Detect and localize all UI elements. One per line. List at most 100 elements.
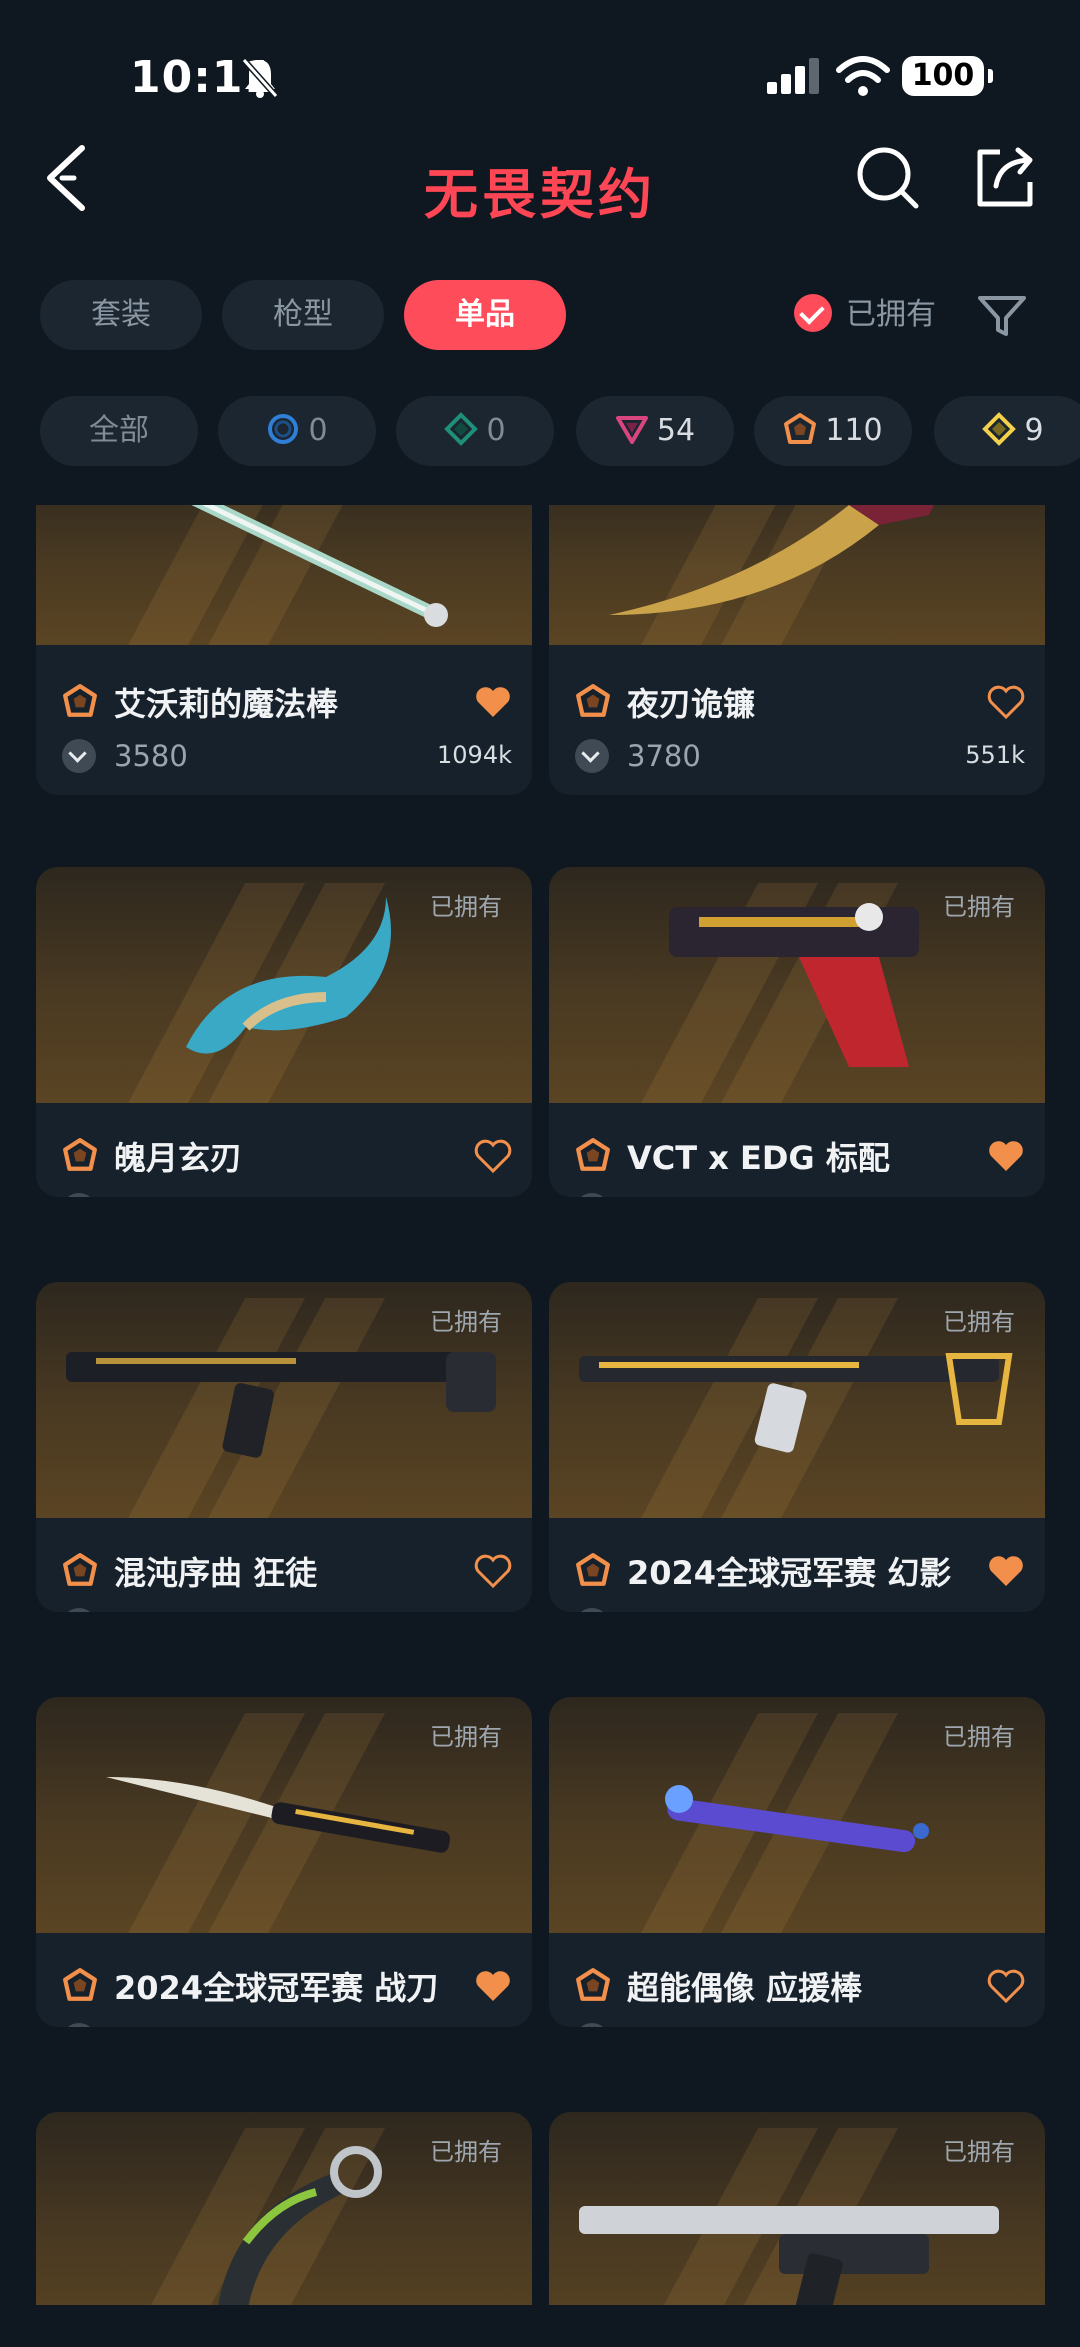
valorant-points-icon [575,739,609,773]
valorant-points-icon [62,2023,96,2027]
item-likes: 551k [965,741,1025,769]
heart-outline-icon[interactable] [474,1139,512,1173]
owned-tag: 已拥有 [943,2138,1015,2166]
item-price: 2580 [114,1193,188,1197]
valorant-points-icon [62,1608,96,1612]
rarity-filter-chips: 全部 0 0 54 110 9 [0,396,1080,466]
scythe-knife-image [609,505,934,615]
vandal-rifle-image [66,1352,496,1458]
search-icon[interactable] [852,142,922,212]
item-image [36,505,532,645]
phantom-rifle-image [579,1353,1013,1453]
item-card[interactable]: 已拥有 魄月玄刃 2580 75k [36,867,532,1197]
category-tabs: 套装 枪型 单品 已拥有 [0,280,1080,350]
item-likes: 661k [965,1610,1025,1612]
exclusive-tier-icon [784,412,817,444]
owned-tag: 已拥有 [943,893,1015,921]
exclusive-tier-icon [576,684,610,717]
pistol-image [669,903,919,1067]
chip-select-tier[interactable]: 0 [218,396,376,466]
valorant-points-icon [62,1193,96,1197]
item-card[interactable]: 已拥有 混沌序曲 狂徒 1590 2101k [36,1282,532,1612]
chip-premium-tier[interactable]: 54 [576,396,734,466]
ultra-tier-icon [982,411,1017,446]
item-name: 2024全球冠军赛 幻影 [627,1554,952,1592]
item-grid: 艾沃莉的魔法棒 3580 1094k 夜刃诡镰 3780 551k 已拥有 魄月… [0,505,1080,2305]
item-name: 混沌序曲 狂徒 [114,1554,318,1592]
champions-knife-image [106,1777,450,1853]
owned-tag: 已拥有 [430,2138,502,2166]
exclusive-tier-icon [576,1968,610,2001]
tab-weapon-type[interactable]: 枪型 [222,280,384,350]
heart-outline-icon[interactable] [987,685,1025,719]
item-name: 艾沃莉的魔法棒 [114,685,339,723]
item-image: 已拥有 [549,1697,1045,1933]
item-image: 已拥有 [549,2112,1045,2305]
item-card[interactable]: 已拥有 [549,2112,1045,2305]
item-card[interactable]: 艾沃莉的魔法棒 3580 1094k [36,505,532,795]
valorant-points-icon [575,1608,609,1612]
item-price: – [627,2023,642,2027]
deluxe-tier-icon [444,411,479,446]
item-price: 3780 [114,2023,188,2027]
exclusive-tier-icon [63,1138,97,1171]
heart-outline-icon[interactable] [474,1554,512,1588]
item-name: 2024全球冠军赛 战刀 [114,1969,439,2007]
chip-exclusive-tier[interactable]: 110 [754,396,912,466]
item-card[interactable]: 已拥有 [36,2112,532,2305]
item-card[interactable]: 夜刃诡镰 3780 551k [549,505,1045,795]
item-image: 已拥有 [549,867,1045,1103]
chip-deluxe-tier[interactable]: 0 [396,396,554,466]
item-card[interactable]: 已拥有 超能偶像 应援棒 – 24k [549,1697,1045,2027]
wifi-icon [836,56,890,96]
item-card[interactable]: 已拥有 VCT x EDG 标配 1590 239k [549,867,1045,1197]
exclusive-tier-icon [63,1553,97,1586]
share-icon[interactable] [970,142,1040,212]
rifle-image [579,2206,999,2305]
tab-bundle[interactable]: 套装 [40,280,202,350]
valorant-points-icon [575,1193,609,1197]
karambit-image [218,2146,382,2305]
header: 无畏契约 [0,130,1080,250]
item-price: 1890 [627,1608,701,1612]
item-likes: 1094k [437,741,512,769]
item-card[interactable]: 已拥有 2024全球冠军赛 战刀 3780 517k [36,1697,532,2027]
heart-filled-icon[interactable] [474,1969,512,2003]
heart-filled-icon[interactable] [474,685,512,719]
select-tier-icon [268,413,299,444]
owned-tag: 已拥有 [430,1723,502,1751]
tab-single-item[interactable]: 单品 [404,280,566,350]
chip-ultra-tier[interactable]: 9 [934,396,1080,466]
heart-outline-icon[interactable] [987,1969,1025,2003]
exclusive-tier-icon [63,684,97,717]
exclusive-tier-icon [576,1553,610,1586]
battery-indicator: 100 [902,56,993,96]
item-price: 1590 [627,1193,701,1197]
cellular-signal-icon [767,58,819,94]
item-price: 3580 [114,739,188,773]
item-image [549,505,1045,645]
premium-tier-icon [615,415,648,444]
item-likes: 2101k [437,1610,512,1612]
wand-weapon-image [191,505,448,627]
exclusive-tier-icon [63,1968,97,2001]
heart-filled-icon[interactable] [987,1554,1025,1588]
checkbox-checked-icon [794,293,832,332]
status-bar: 10:11 100 [0,0,1080,150]
item-image: 已拥有 [549,1282,1045,1518]
item-name: VCT x EDG 标配 [627,1139,890,1177]
item-image: 已拥有 [36,1282,532,1518]
item-image: 已拥有 [36,1697,532,1933]
moon-blade-image [186,897,391,1054]
bell-muted-icon [241,58,279,98]
item-price: 3780 [627,739,701,773]
item-likes: 24k [981,2025,1025,2027]
heart-filled-icon[interactable] [987,1139,1025,1173]
item-card[interactable]: 已拥有 2024全球冠军赛 幻影 1890 661k [549,1282,1045,1612]
item-name: 魄月玄刃 [114,1139,243,1177]
valorant-points-icon [575,2023,609,2027]
owned-filter-toggle[interactable]: 已拥有 [794,280,936,350]
chip-all[interactable]: 全部 [40,396,198,466]
valorant-points-icon [62,739,96,773]
filter-funnel-icon[interactable] [976,292,1028,340]
